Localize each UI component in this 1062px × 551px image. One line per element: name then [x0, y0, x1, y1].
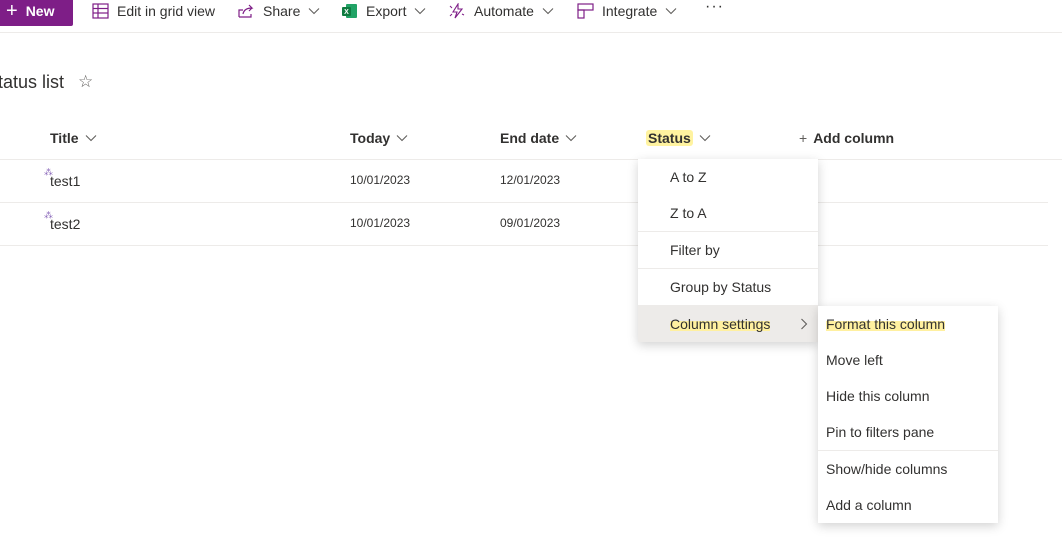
row-end-date: 12/01/2023: [500, 173, 561, 187]
column-settings-submenu: Format this column Move left Hide this c…: [818, 306, 998, 523]
menu-item-label: Column settings: [670, 315, 771, 332]
row-title[interactable]: test2: [50, 216, 80, 232]
column-header-label: Status: [646, 130, 693, 146]
menu-item-label: Filter by: [670, 242, 720, 258]
submenu-item-label: Show/hide columns: [826, 461, 948, 477]
automate-label: Automate: [474, 3, 534, 19]
divider: [0, 159, 1062, 160]
column-header-label: Today: [350, 130, 391, 146]
divider: [0, 245, 1048, 246]
share-button[interactable]: Share: [238, 0, 320, 22]
command-bar: + New Edit in grid view Share X Export A…: [0, 0, 1062, 33]
submenu-item-move-left[interactable]: Move left: [818, 342, 998, 378]
column-header-today[interactable]: Today: [350, 130, 408, 146]
submenu-item-add-a-column[interactable]: Add a column: [818, 487, 998, 523]
divider: [0, 202, 1048, 203]
column-header-end-date[interactable]: End date: [500, 130, 577, 146]
menu-item-label: Z to A: [670, 205, 707, 221]
chevron-down-icon: [542, 8, 554, 15]
menu-item-group-by-status[interactable]: Group by Status: [638, 269, 818, 305]
grid-icon: [92, 3, 109, 19]
integrate-button[interactable]: Integrate: [577, 0, 677, 22]
svg-text:X: X: [344, 9, 349, 16]
column-menu: A to Z Z to A Filter by Group by Status …: [638, 159, 818, 342]
column-header-label: End date: [500, 130, 560, 146]
share-label: Share: [263, 3, 301, 19]
column-header-label: Title: [50, 130, 79, 146]
submenu-item-hide-this-column[interactable]: Hide this column: [818, 378, 998, 414]
chevron-down-icon: [396, 135, 408, 142]
new-button[interactable]: + New: [0, 0, 73, 26]
submenu-item-pin-to-filters-pane[interactable]: Pin to filters pane: [818, 414, 998, 450]
more-options-button[interactable]: ···: [705, 0, 724, 16]
column-header-title[interactable]: Title: [50, 130, 97, 146]
chevron-right-icon: [801, 318, 808, 329]
row-today: 10/01/2023: [350, 216, 411, 230]
menu-item-z-to-a[interactable]: Z to A: [638, 195, 818, 231]
export-label: Export: [366, 3, 407, 19]
chevron-down-icon: [85, 135, 96, 142]
export-button[interactable]: X Export: [341, 0, 426, 22]
menu-item-label: Group by Status: [670, 279, 772, 295]
plus-icon: +: [799, 130, 808, 146]
submenu-item-label: Add a column: [826, 497, 912, 513]
submenu-item-label: Move left: [826, 352, 883, 368]
chevron-down-icon: [665, 8, 677, 15]
chevron-down-icon: [699, 135, 711, 142]
plus-icon: +: [6, 0, 18, 22]
submenu-item-label: Pin to filters pane: [826, 424, 935, 440]
chevron-down-icon: [415, 8, 426, 15]
menu-item-a-to-z[interactable]: A to Z: [638, 159, 818, 195]
row-today: 10/01/2023: [350, 173, 411, 187]
submenu-item-label: Hide this column: [826, 388, 930, 404]
integrate-label: Integrate: [602, 3, 658, 19]
submenu-item-show-hide-columns[interactable]: Show/hide columns: [818, 451, 998, 487]
submenu-item-label: Format this column: [826, 316, 946, 332]
row-title[interactable]: test1: [50, 173, 80, 189]
share-icon: [238, 4, 254, 18]
menu-item-column-settings[interactable]: Column settings: [638, 305, 818, 342]
add-column-button[interactable]: + Add column: [799, 130, 894, 146]
add-column-label: Add column: [813, 130, 895, 146]
excel-icon: X: [342, 4, 357, 18]
automate-icon: [449, 3, 465, 19]
edit-grid-view-label: Edit in grid view: [117, 3, 216, 19]
star-icon[interactable]: ☆: [78, 72, 93, 92]
automate-button[interactable]: Automate: [449, 0, 554, 22]
column-header-status[interactable]: Status: [646, 130, 711, 146]
row-end-date: 09/01/2023: [500, 216, 561, 230]
submenu-item-format-this-column[interactable]: Format this column: [818, 306, 998, 342]
edit-grid-view-button[interactable]: Edit in grid view: [92, 0, 215, 22]
integrate-icon: [577, 3, 594, 19]
page-title: tatus list: [0, 72, 65, 92]
chevron-down-icon: [565, 135, 577, 142]
menu-item-label: A to Z: [670, 169, 707, 185]
chevron-down-icon: [308, 8, 320, 15]
new-button-label: New: [25, 3, 55, 19]
menu-item-filter-by[interactable]: Filter by: [638, 232, 818, 268]
